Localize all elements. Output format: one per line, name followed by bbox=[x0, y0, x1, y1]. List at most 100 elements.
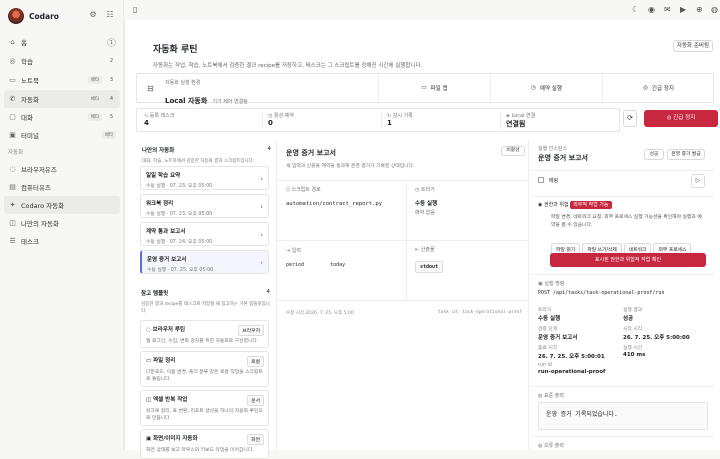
divider bbox=[531, 386, 714, 387]
nav-item-tasks[interactable]: ☰ 태스크 bbox=[4, 232, 120, 250]
nav-main: ⌂ 홈 1 ◎ 학습 2 ▭ 노트북 베타 3 bbox=[4, 33, 120, 89]
mail-icon[interactable]: ✉ bbox=[664, 5, 671, 15]
success-badge: 성공 bbox=[644, 149, 664, 160]
template-card[interactable]: ◫ 엑셀 반복 작업 문서 워크북 정리, 표 변환, 리포트 생성을 하나의 자동… bbox=[140, 390, 269, 426]
alert-icon: ◎ bbox=[643, 85, 648, 91]
chevron-right-icon: › bbox=[260, 175, 263, 183]
run-checkbox[interactable] bbox=[538, 177, 544, 183]
sheet-icon: ◫ bbox=[146, 397, 152, 403]
nav-item-learn[interactable]: ◎ 학습 2 bbox=[4, 52, 120, 70]
stat-watch: ↻ 감시 기록 1 bbox=[381, 112, 413, 127]
page-header: 자동화 루틴 자동화는 작업, 학습, 노트북에서 검증한 결과 recipe를… bbox=[153, 42, 422, 69]
templates-header: 참고 템플릿 4 검증한 결과 recipe를 태스크로 저장할 때 참고하는 … bbox=[141, 289, 270, 315]
kv-key: 검증 단계 bbox=[538, 327, 558, 332]
video-icon[interactable]: ▶ bbox=[680, 5, 686, 15]
clock-icon: ◷ bbox=[531, 85, 536, 91]
template-desc: 다운로드, 이름 변경, 폴더 분류 같은 로컬 작업을 스크립트로 돌립니다. bbox=[146, 370, 263, 382]
stat-tasks: ∿ 등록 태스크 4 bbox=[144, 112, 174, 127]
list-item[interactable]: 일일 학습 요약 수동 실행 · 07. 23. 오후 05:00 › bbox=[140, 166, 269, 190]
template-card[interactable]: ▣ 화면/이미지 자동화 화면 화면 상태를 보고 마우스와 키보드 작업을 이어갑… bbox=[140, 429, 269, 459]
nav-label: 나만의 자동화 bbox=[21, 220, 59, 228]
settings-icon[interactable]: ⚙ bbox=[88, 10, 98, 20]
nav-item-automation[interactable]: ✆ 자동화 베타 4 bbox=[4, 90, 120, 108]
my-title: 나만의 자동화 bbox=[142, 148, 175, 154]
template-key: 브라우저 bbox=[238, 325, 264, 336]
nav-item-chat[interactable]: ▢ 대화 베타 5 bbox=[4, 108, 120, 126]
nav-item-browser-use[interactable]: ◌ 브라우저유즈 bbox=[4, 160, 120, 178]
nav-item-codaro-automation[interactable]: ✦ Codaro 자동화 bbox=[4, 196, 120, 214]
confirm-permission-button[interactable]: 표시된 권한과 위험적 작업 확인 bbox=[550, 253, 706, 267]
nav-label: 대화 bbox=[21, 114, 33, 122]
stdout-label: 표준 출력 bbox=[543, 393, 564, 399]
env-info: 자동화 실행 환경 Local 자동화 기기 제어 연결됨 bbox=[165, 79, 248, 107]
topbar: ▯ ☾ ◉ ✉ ▶ ⊕ ◍ bbox=[124, 0, 720, 20]
divider bbox=[277, 180, 530, 181]
permission-tag: 외부적 작업 가능 bbox=[570, 201, 612, 209]
emergency-stop-button[interactable]: ◎ 긴급 정지 bbox=[644, 110, 718, 127]
status-badge: 비활성 bbox=[501, 146, 525, 156]
divider bbox=[531, 274, 714, 275]
detail-desc: 새 입력과 산출물 계약을 통과해 운영 증거가 기록된 상태입니다. bbox=[286, 164, 415, 169]
emergency-stop-link[interactable]: ◎ 긴급 정지 bbox=[602, 74, 714, 102]
nav-count: 3 bbox=[109, 76, 114, 83]
stdout-box: 운영 증거 기록되었습니다. bbox=[538, 402, 708, 430]
run-label: 실행 인스턴스 bbox=[538, 146, 568, 152]
kv-key: 실행 결과 bbox=[623, 308, 643, 313]
nav-item-notebook[interactable]: ▭ 노트북 베타 3 bbox=[4, 71, 120, 89]
template-card[interactable]: ▭ 파일 정리 로컬 다운로드, 이름 변경, 폴더 분류 같은 로컬 작업을 스크… bbox=[140, 351, 269, 387]
nav-item-computer-use[interactable]: ▤ 컴퓨터유즈 bbox=[4, 178, 120, 196]
issue-proof-button[interactable]: 운영 증거 발급 bbox=[667, 149, 705, 160]
kv-value: 410 ms bbox=[623, 352, 646, 358]
exec-details: 트리거 수동 실행 실행 결과 성공 검증 단계 운영 증거 보고서 시작 시각 26.… bbox=[538, 306, 708, 375]
beta-badge: 베타 bbox=[87, 95, 102, 103]
template-key: 문서 bbox=[247, 395, 264, 406]
brand[interactable]: Codaro bbox=[8, 7, 59, 25]
link-icon[interactable]: ⊕ bbox=[696, 5, 703, 15]
globe-icon: ◌ bbox=[9, 165, 16, 173]
schedule-run-button[interactable]: ◷ 예약 실행 bbox=[490, 74, 602, 102]
file-cap-button[interactable]: ▭ 파일 캡 bbox=[378, 74, 490, 102]
moon-icon[interactable]: ☾ bbox=[632, 5, 639, 15]
script-label: 스크립트 경로 bbox=[291, 187, 321, 193]
stat-value: 0 bbox=[268, 119, 273, 127]
env-value: Local 자동화 bbox=[165, 97, 208, 105]
nav-item-terminal[interactable]: ▣ 터미널 베타 bbox=[4, 126, 120, 144]
list-item[interactable]: 워크북 정리 수동 실행 · 07. 23. 오후 05:00 › bbox=[140, 194, 269, 218]
user-icon[interactable]: ◍ bbox=[711, 5, 718, 15]
phone-icon: ✆ bbox=[9, 95, 16, 103]
list-item-selected[interactable]: 운영 증거 보고서 수동 실행 · 07. 25. 오후 05:00 › bbox=[140, 250, 269, 274]
app-name: Codaro bbox=[29, 11, 59, 21]
item-title: 운영 증거 보고서 bbox=[147, 257, 187, 263]
detail-title: 운영 증거 보고서 bbox=[286, 149, 336, 157]
nav-automation: ◌ 브라우저유즈 ▤ 컴퓨터유즈 ✦ Codaro 자동화 ◫ 나만의 자동화 ☰ 태스크 bbox=[4, 160, 120, 250]
list-icon: ☰ bbox=[9, 237, 16, 245]
item-title: 계약 통과 보고서 bbox=[146, 229, 186, 235]
sliders-icon[interactable]: ☷ bbox=[105, 10, 115, 20]
list-item[interactable]: 계약 통과 보고서 수동 실행 · 07. 24. 오후 05:00 › bbox=[140, 222, 269, 246]
refresh-button[interactable]: ⟳ bbox=[623, 110, 637, 127]
template-title: 엑셀 반복 작업 bbox=[153, 397, 188, 403]
nav-label: 학습 bbox=[21, 58, 33, 66]
refresh-icon: ⟳ bbox=[627, 114, 633, 122]
ready-button[interactable]: 자동화 준비됨 bbox=[673, 40, 713, 52]
template-card[interactable]: ◌ 브라우저 루틴 브라우저 웹 로그인, 수집, 변화 감지를 위한 자동화로 구… bbox=[140, 320, 269, 348]
item-meta: 수동 실행 · 07. 24. 오후 05:00 bbox=[146, 240, 213, 245]
beta-badge: 베타 bbox=[87, 113, 102, 121]
nav-label: 컴퓨터유즈 bbox=[21, 184, 51, 192]
stat-label: 등록 태스크 bbox=[149, 113, 175, 119]
nav-item-my-automation[interactable]: ◫ 나만의 자동화 bbox=[4, 214, 120, 232]
play-button[interactable]: ▷ bbox=[691, 174, 705, 188]
kv-value: 수동 실행 bbox=[538, 316, 561, 322]
kv-key: 실행 시간 bbox=[623, 346, 643, 351]
nav-label: 태스크 bbox=[21, 238, 39, 246]
sidebar-toggle-icon[interactable]: ▯ bbox=[133, 5, 137, 15]
divider bbox=[531, 196, 714, 197]
my-desc: 대화, 학습, 노트북에서 검증한 자동화 결과 스크립트입니다. bbox=[142, 159, 255, 164]
action-label: 예약 실행 bbox=[539, 86, 562, 92]
item-title: 일일 학습 요약 bbox=[146, 173, 181, 179]
nav-item-home[interactable]: ⌂ 홈 1 bbox=[4, 33, 120, 51]
my-count: 4 bbox=[267, 146, 272, 152]
nav-count: 1 bbox=[107, 37, 116, 47]
stderr-header: ◍ 오류 출력 bbox=[538, 442, 564, 449]
github-icon[interactable]: ◉ bbox=[648, 5, 655, 15]
